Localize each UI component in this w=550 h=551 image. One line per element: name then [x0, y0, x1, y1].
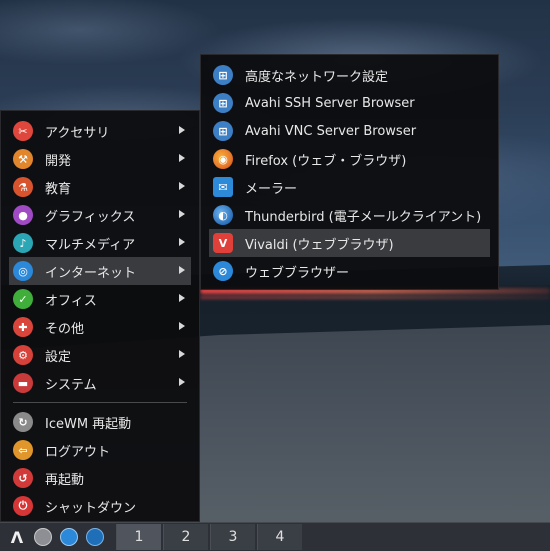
menu-item-label: グラフィックス [45, 209, 136, 225]
submenu-item-label: Avahi VNC Server Browser [245, 123, 417, 139]
network-icon: ⊞ [213, 93, 233, 113]
submenu-item-label: Firefox (ウェブ・ブラウザ) [245, 153, 407, 169]
menu-item-label: 設定 [45, 349, 72, 365]
submenu-item-label: 高度なネットワーク設定 [245, 69, 389, 85]
submenu-arrow-icon [179, 266, 185, 274]
taskbar: Λ 1 2 3 4 [0, 522, 550, 551]
vivaldi-icon: V [213, 233, 233, 253]
other-icon: ✚ [13, 317, 33, 337]
reboot-icon: ↺ [13, 468, 33, 488]
menu-item-label: IceWM 再起動 [45, 416, 132, 432]
development-icon: ⚒ [13, 149, 33, 169]
workspace-button-4[interactable]: 4 [257, 524, 302, 550]
menu-item-accessories[interactable]: ✂ アクセサリ [9, 117, 191, 145]
settings-icon: ⚙ [13, 345, 33, 365]
tray-file-manager[interactable] [84, 526, 106, 548]
browser-icon [60, 528, 78, 546]
submenu-arrow-icon [179, 238, 185, 246]
workspace-button-3[interactable]: 3 [210, 524, 255, 550]
education-icon: ⚗ [13, 177, 33, 197]
submenu-arrow-icon [179, 182, 185, 190]
menu-item-label: 開発 [45, 153, 72, 169]
start-logo-icon: Λ [10, 527, 24, 547]
mailer-icon: ✉ [213, 177, 233, 197]
submenu-arrow-icon [179, 378, 185, 386]
file-manager-icon [86, 528, 104, 546]
menu-item-system[interactable]: ▬ システム [9, 369, 191, 397]
submenu-arrow-icon [179, 294, 185, 302]
submenu-item-vivaldi[interactable]: V Vivaldi (ウェブブラウザ) [209, 229, 490, 257]
menu-item-label: 再起動 [45, 472, 85, 488]
workspace-button-1[interactable]: 1 [116, 524, 161, 550]
graphics-icon: ● [13, 205, 33, 225]
menu-item-icewm-restart[interactable]: ↻ IceWM 再起動 [9, 408, 191, 436]
submenu-arrow-icon [179, 322, 185, 330]
menu-item-label: 教育 [45, 181, 72, 197]
submenu-item-label: Avahi SSH Server Browser [245, 95, 415, 111]
menu-item-label: インターネット [45, 265, 137, 281]
office-icon: ✓ [13, 289, 33, 309]
internet-submenu: ⊞ 高度なネットワーク設定 ⊞ Avahi SSH Server Browser… [200, 54, 499, 290]
tray-system-monitor[interactable] [32, 526, 54, 548]
menu-item-multimedia[interactable]: ♪ マルチメディア [9, 229, 191, 257]
firefox-icon: ◉ [213, 149, 233, 169]
network-icon: ⊞ [213, 65, 233, 85]
menu-item-label: システム [45, 377, 97, 393]
menu-item-shutdown[interactable]: ⏻ シャットダウン [9, 492, 191, 520]
restart-wm-icon: ↻ [13, 412, 33, 432]
network-icon: ⊞ [213, 121, 233, 141]
multimedia-icon: ♪ [13, 233, 33, 253]
menu-item-logout[interactable]: ⇦ ログアウト [9, 436, 191, 464]
internet-icon: ◎ [13, 261, 33, 281]
thunderbird-icon: ◐ [213, 205, 233, 225]
submenu-item-label: Thunderbird (電子メールクライアント) [245, 209, 482, 225]
submenu-item-mailer[interactable]: ✉ メーラー [209, 173, 490, 201]
logout-icon: ⇦ [13, 440, 33, 460]
workspace-button-2[interactable]: 2 [163, 524, 208, 550]
menu-item-label: マルチメディア [45, 237, 136, 253]
submenu-arrow-icon [179, 210, 185, 218]
submenu-item-label: Vivaldi (ウェブブラウザ) [245, 237, 394, 253]
submenu-item-web-browser[interactable]: ⊘ ウェブブラウザー [209, 257, 490, 285]
system-monitor-icon [34, 528, 52, 546]
menu-item-label: アクセサリ [45, 125, 110, 141]
menu-item-education[interactable]: ⚗ 教育 [9, 173, 191, 201]
submenu-item-avahi-vnc[interactable]: ⊞ Avahi VNC Server Browser [209, 117, 490, 145]
submenu-item-label: メーラー [245, 181, 298, 197]
submenu-arrow-icon [179, 126, 185, 134]
shutdown-icon: ⏻ [13, 496, 33, 516]
menu-item-other[interactable]: ✚ その他 [9, 313, 191, 341]
submenu-item-label: ウェブブラウザー [245, 265, 350, 281]
accessories-icon: ✂ [13, 121, 33, 141]
menu-item-graphics[interactable]: ● グラフィックス [9, 201, 191, 229]
menu-item-label: その他 [45, 321, 85, 337]
wallpaper-light-trail [200, 296, 550, 299]
menu-item-label: ログアウト [45, 444, 111, 460]
menu-item-internet[interactable]: ◎ インターネット [9, 257, 191, 285]
menu-item-settings[interactable]: ⚙ 設定 [9, 341, 191, 369]
tray-browser[interactable] [58, 526, 80, 548]
start-button[interactable]: Λ [6, 526, 28, 548]
menu-item-office[interactable]: ✓ オフィス [9, 285, 191, 313]
submenu-arrow-icon [179, 154, 185, 162]
menu-item-reboot[interactable]: ↺ 再起動 [9, 464, 191, 492]
menu-item-label: シャットダウン [45, 500, 137, 516]
menu-separator [13, 402, 187, 403]
submenu-item-firefox[interactable]: ◉ Firefox (ウェブ・ブラウザ) [209, 145, 490, 173]
menu-item-label: オフィス [45, 293, 97, 309]
submenu-arrow-icon [179, 350, 185, 358]
web-browser-icon: ⊘ [213, 261, 233, 281]
submenu-item-thunderbird[interactable]: ◐ Thunderbird (電子メールクライアント) [209, 201, 490, 229]
submenu-item-advanced-network[interactable]: ⊞ 高度なネットワーク設定 [209, 61, 490, 89]
menu-item-development[interactable]: ⚒ 開発 [9, 145, 191, 173]
start-menu: ✂ アクセサリ ⚒ 開発 ⚗ 教育 ● グラフィックス ♪ マルチメディア ◎ … [0, 110, 200, 522]
system-icon: ▬ [13, 373, 33, 393]
submenu-item-avahi-ssh[interactable]: ⊞ Avahi SSH Server Browser [209, 89, 490, 117]
